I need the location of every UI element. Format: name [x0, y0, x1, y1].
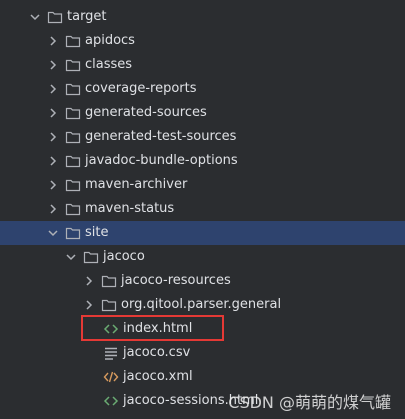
tree-item-site[interactable]: site — [0, 221, 405, 245]
tree-item-generated-sources[interactable]: generated-sources — [0, 101, 405, 125]
folder-icon — [65, 155, 81, 168]
tree-item-jacoco[interactable]: jacoco — [0, 245, 405, 269]
folder-icon — [101, 275, 117, 288]
chevron-right-icon[interactable] — [83, 275, 95, 287]
chevron-down-icon[interactable] — [29, 11, 41, 23]
chevron-right-icon[interactable] — [47, 203, 59, 215]
tree-item-generated-test-sources[interactable]: generated-test-sources — [0, 125, 405, 149]
tree-item-label: jacoco.xml — [123, 369, 193, 384]
folder-icon — [65, 35, 81, 48]
tree-item-jacoco-csv[interactable]: jacoco.csv — [0, 341, 405, 365]
tree-item-label: jacoco-resources — [121, 273, 231, 288]
chevron-right-icon[interactable] — [47, 107, 59, 119]
tree-item-apidocs[interactable]: apidocs — [0, 29, 405, 53]
tree-item-coverage-reports[interactable]: coverage-reports — [0, 77, 405, 101]
tree-item-org-qitool-parser-general[interactable]: org.qitool.parser.general — [0, 293, 405, 317]
tree-item-label: org.qitool.parser.general — [121, 297, 282, 312]
html-file-icon — [103, 324, 119, 334]
tree-item-jacoco-resources[interactable]: jacoco-resources — [0, 269, 405, 293]
folder-icon — [65, 59, 81, 72]
chevron-right-icon[interactable] — [47, 155, 59, 167]
tree-item-label: apidocs — [85, 33, 135, 48]
text-file-icon — [105, 347, 117, 360]
folder-icon — [65, 83, 81, 96]
folder-icon — [101, 299, 117, 312]
chevron-down-icon[interactable] — [65, 251, 77, 263]
folder-icon — [65, 203, 81, 216]
folder-icon — [65, 227, 81, 240]
chevron-right-icon[interactable] — [47, 35, 59, 47]
tree-item-label: maven-archiver — [85, 177, 188, 192]
tree-item-classes[interactable]: classes — [0, 53, 405, 77]
tree-item-label: classes — [85, 57, 133, 72]
tree-item-maven-archiver[interactable]: maven-archiver — [0, 173, 405, 197]
folder-icon — [47, 11, 63, 24]
tree-item-jacoco-xml[interactable]: jacoco.xml — [0, 365, 405, 389]
chevron-right-icon[interactable] — [47, 179, 59, 191]
folder-icon — [65, 179, 81, 192]
tree-item-label: index.html — [123, 321, 193, 336]
chevron-down-icon[interactable] — [47, 227, 59, 239]
tree-item-label: target — [67, 9, 107, 24]
tree-item-label: site — [85, 225, 109, 240]
tree-item-label: generated-test-sources — [85, 129, 237, 144]
chevron-right-icon[interactable] — [47, 131, 59, 143]
tree-item-javadoc-bundle-options[interactable]: javadoc-bundle-options — [0, 149, 405, 173]
chevron-right-icon[interactable] — [47, 83, 59, 95]
project-tree: target apidocs classes coverage-reports … — [0, 0, 405, 419]
folder-icon — [65, 131, 81, 144]
tree-item-label: maven-status — [85, 201, 175, 216]
chevron-right-icon[interactable] — [47, 59, 59, 71]
tree-item-target[interactable]: target — [0, 5, 405, 29]
tree-item-label: javadoc-bundle-options — [85, 153, 238, 168]
tree-item-maven-status[interactable]: maven-status — [0, 197, 405, 221]
tree-item-label: jacoco.csv — [123, 345, 191, 360]
tree-item-label: jacoco — [103, 249, 145, 264]
xml-file-icon — [103, 371, 119, 383]
folder-icon — [65, 107, 81, 120]
tree-item-index-html[interactable]: index.html — [0, 317, 405, 341]
tree-item-label: coverage-reports — [85, 81, 197, 96]
tree-item-label: generated-sources — [85, 105, 207, 120]
html-file-icon — [103, 396, 119, 406]
chevron-right-icon[interactable] — [83, 299, 95, 311]
watermark: CSDN @萌萌的煤气罐 — [228, 393, 391, 412]
folder-icon — [83, 251, 99, 264]
